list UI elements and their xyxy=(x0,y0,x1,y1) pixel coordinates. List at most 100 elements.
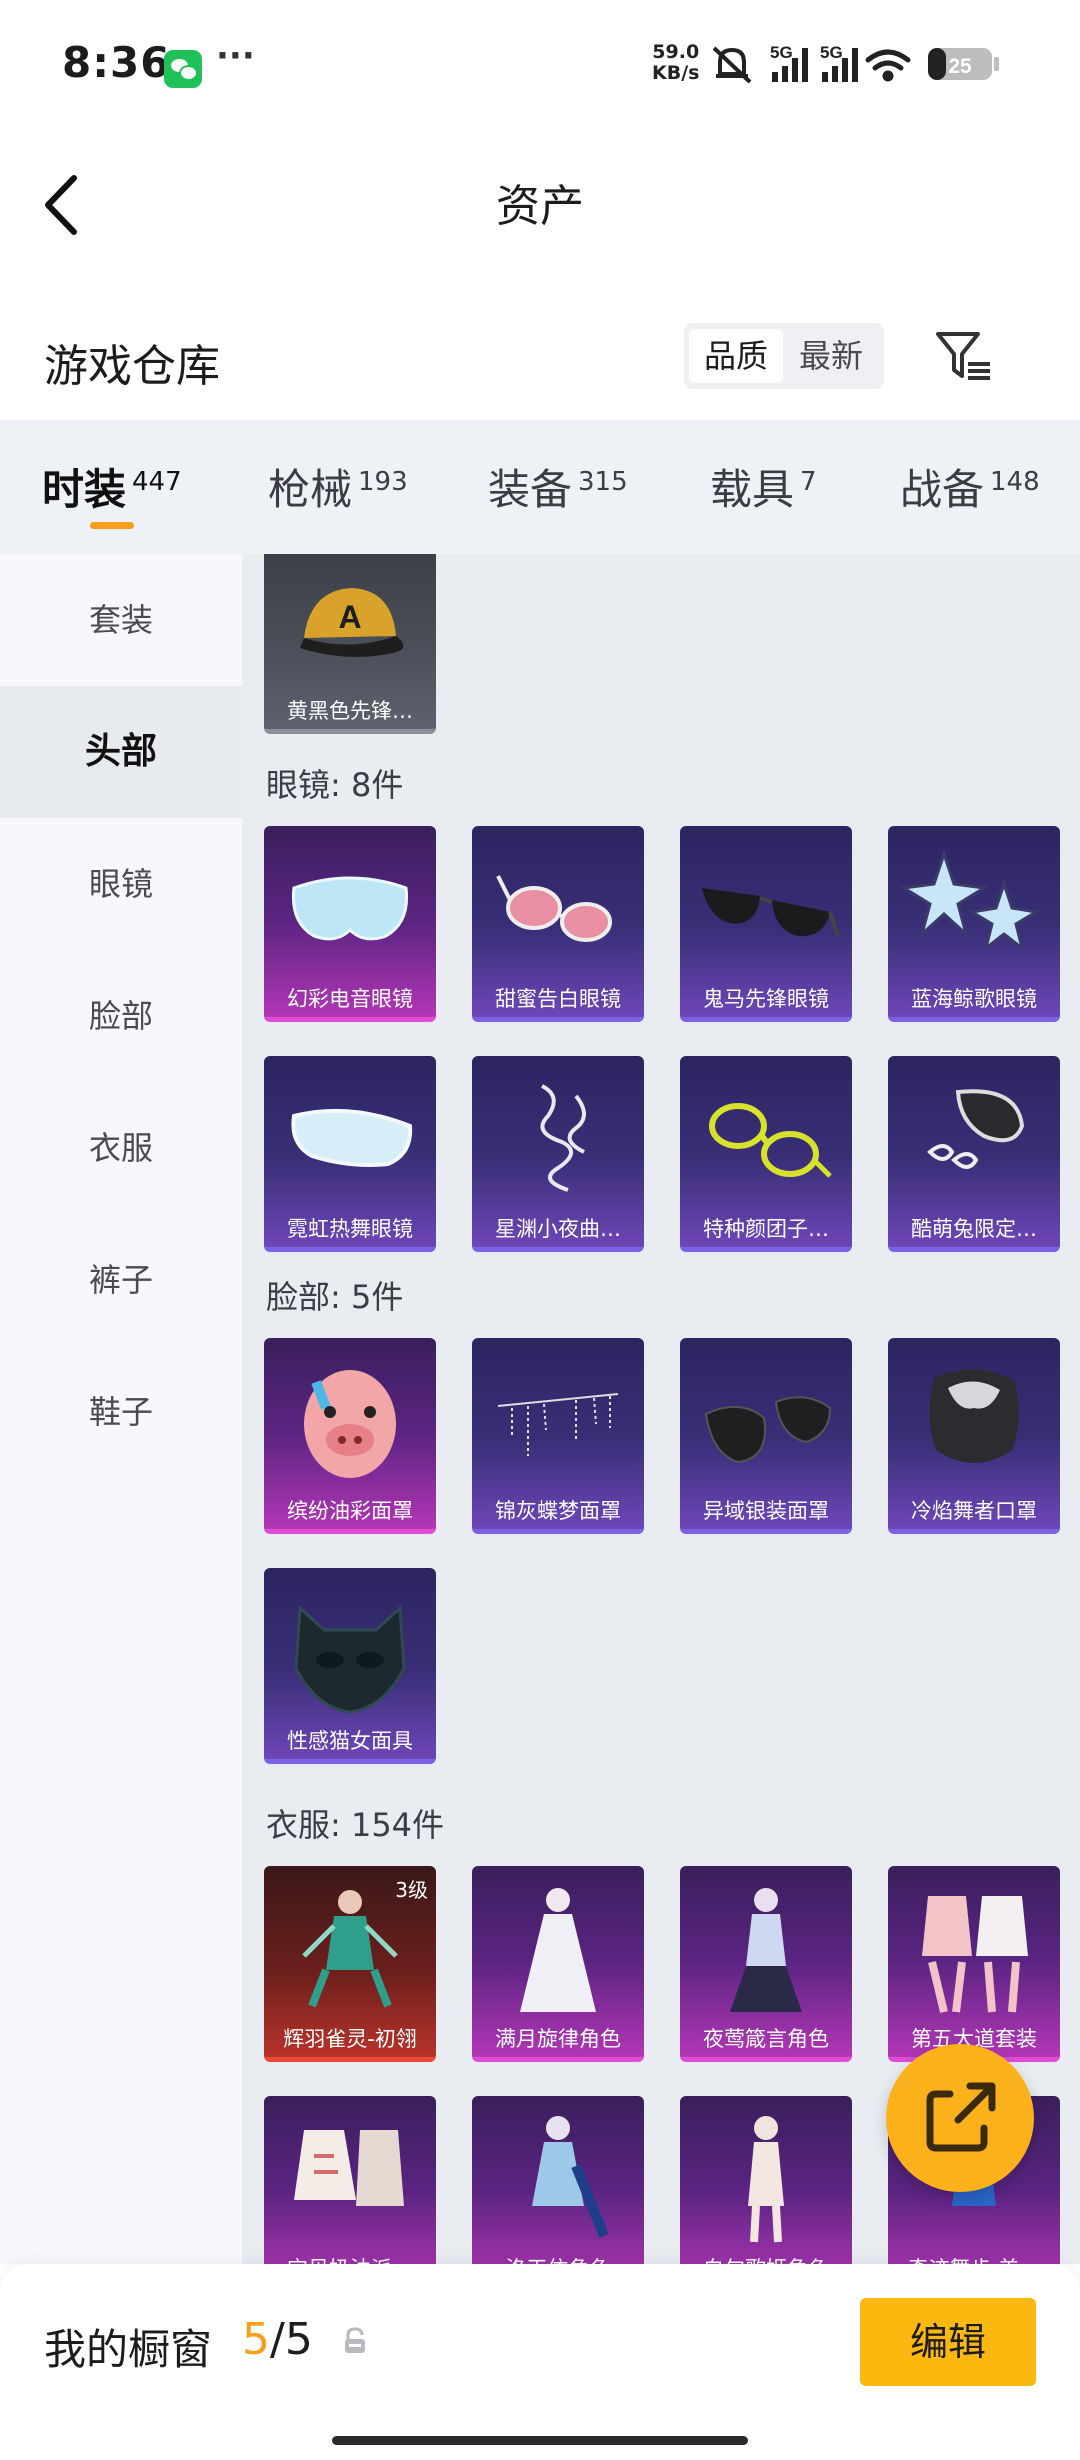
item-card[interactable]: 冷焰舞者口罩 xyxy=(888,1338,1060,1534)
item-name: 异域银装面罩 xyxy=(703,1499,829,1523)
tab-vehicles[interactable]: 载具 7 xyxy=(710,456,817,517)
sort-newest-button[interactable]: 最新 xyxy=(784,329,878,383)
item-name: 幻彩电音眼镜 xyxy=(287,987,413,1011)
lock-icon xyxy=(345,2327,365,2353)
item-grid-area[interactable]: A 黄黑色先锋… 眼镜: 8件 幻彩电音眼镜 甜蜜告白眼镜 鬼马先锋眼镜 蓝海鲸… xyxy=(242,554,1080,2264)
showcase-count: 5/5 xyxy=(242,2314,313,2365)
item-card[interactable]: 星渊小夜曲… xyxy=(472,1056,644,1252)
edit-button[interactable]: 编辑 xyxy=(860,2298,1036,2386)
sidebar-item-head[interactable]: 头部 xyxy=(0,686,242,818)
sort-quality-button[interactable]: 品质 xyxy=(689,329,783,383)
item-name: 霓虹热舞眼镜 xyxy=(287,1217,413,1241)
suit-set-icon xyxy=(922,1896,1028,2013)
showcase-used: 5 xyxy=(242,2314,270,2365)
flame-mask-icon xyxy=(929,1369,1019,1463)
wifi-icon xyxy=(865,49,911,82)
star-glasses-icon xyxy=(899,849,1041,952)
goggles-icon xyxy=(291,1108,413,1167)
tab-label: 装备 xyxy=(488,465,573,514)
category-tabs: 时装 447 枪械 193 装备 315 载具 7 战备 148 xyxy=(0,420,1080,554)
tab-guns[interactable]: 枪械 193 xyxy=(268,456,408,517)
tab-label: 枪械 xyxy=(268,465,353,514)
sidebar-item-pants[interactable]: 裤子 xyxy=(0,1214,242,1346)
active-tab-indicator xyxy=(90,522,134,529)
sidebar-item-set[interactable]: 套装 xyxy=(0,554,242,686)
half-mask-icon xyxy=(704,1396,832,1464)
item-card[interactable]: 夜莺箴言角色 xyxy=(680,1866,852,2062)
round-glasses-icon xyxy=(709,1103,832,1178)
sort-toggle: 品质 最新 xyxy=(684,323,884,389)
top-header: 资产 xyxy=(0,130,1080,270)
item-name: 性感猫女面具 xyxy=(287,1729,413,1753)
filter-icon[interactable] xyxy=(934,328,994,384)
item-name: 特种颜团子… xyxy=(703,1217,829,1241)
item-card[interactable]: 满月旋律角色 xyxy=(472,1866,644,2062)
item-card[interactable]: 锦灰蝶梦面罩 xyxy=(472,1338,644,1534)
item-name: 奇迹舞步 美… xyxy=(888,2253,1060,2264)
section-title-clothes: 衣服: 154件 xyxy=(266,1806,445,1844)
item-name: 锦灰蝶梦面罩 xyxy=(495,1499,621,1523)
sidebar-item-shoes[interactable]: 鞋子 xyxy=(0,1346,242,1478)
item-card[interactable]: A 黄黑色先锋… xyxy=(264,554,436,734)
showcase-total: /5 xyxy=(270,2314,313,2365)
tab-fashion[interactable]: 时装 447 xyxy=(42,456,182,517)
item-name: 夜莺箴言角色 xyxy=(703,2027,829,2051)
gown-icon xyxy=(730,1888,802,2012)
item-name: 洛天依角色 xyxy=(472,2253,644,2264)
sidebar-item-glasses[interactable]: 眼镜 xyxy=(0,818,242,950)
item-level-badge: 3级 xyxy=(395,1878,428,1902)
item-card[interactable]: 鬼马先锋眼镜 xyxy=(680,826,852,1022)
status-time: 8:36 xyxy=(62,38,171,87)
item-card[interactable]: 第五大道套装 xyxy=(888,1866,1060,2062)
item-card[interactable]: 性感猫女面具 xyxy=(264,1568,436,1764)
cat-mask-icon xyxy=(294,1604,406,1714)
item-card[interactable]: 宝贝奶油派… xyxy=(264,2096,436,2264)
sidebar-item-clothes[interactable]: 衣服 xyxy=(0,1082,242,1214)
item-card[interactable]: 3级 辉羽雀灵-初翎 xyxy=(264,1866,436,2062)
item-name: 黄黑色先锋… xyxy=(287,699,413,723)
tab-equipment[interactable]: 装备 315 xyxy=(488,456,628,517)
warehouse-row: 游戏仓库 品质 最新 xyxy=(0,300,1080,420)
item-name: 白勺歌姬角色 xyxy=(680,2253,852,2264)
idol-outfit-icon xyxy=(532,2116,609,2238)
item-card[interactable]: 酷萌兔限定… xyxy=(888,1056,1060,1252)
item-name: 酷萌兔限定… xyxy=(911,1217,1037,1241)
subcategory-sidebar: 套装 头部 眼镜 脸部 衣服 裤子 鞋子 xyxy=(0,554,242,2264)
item-card[interactable]: 霓虹热舞眼镜 xyxy=(264,1056,436,1252)
item-name: 辉羽雀灵-初翎 xyxy=(283,2027,417,2051)
home-indicator[interactable] xyxy=(332,2436,748,2445)
item-card[interactable]: 特种颜团子… xyxy=(680,1056,852,1252)
item-card[interactable]: 甜蜜告白眼镜 xyxy=(472,826,644,1022)
share-icon xyxy=(926,2082,996,2152)
chain-mask-icon xyxy=(497,1393,619,1456)
signal-1-label: 5G xyxy=(770,43,793,62)
visor-icon xyxy=(291,876,409,941)
item-card[interactable]: 白勺歌姬角色 xyxy=(680,2096,852,2264)
cream-outfit-icon xyxy=(294,2130,404,2206)
item-name: 满月旋律角色 xyxy=(495,2027,621,2051)
item-name: 缤纷油彩面罩 xyxy=(287,1499,413,1523)
section-title-face: 脸部: 5件 xyxy=(266,1278,404,1316)
tab-label: 战备 xyxy=(900,465,985,514)
item-card[interactable]: 缤纷油彩面罩 xyxy=(264,1338,436,1534)
singer-outfit-icon xyxy=(748,2116,784,2243)
item-card[interactable]: 洛天依角色 xyxy=(472,2096,644,2264)
heart-glasses-icon xyxy=(496,875,612,942)
item-card[interactable]: 幻彩电音眼镜 xyxy=(264,826,436,1022)
item-name: 甜蜜告白眼镜 xyxy=(495,987,621,1011)
battery-level: 25 xyxy=(948,55,972,78)
tab-count: 193 xyxy=(358,467,408,497)
white-dress-icon xyxy=(520,1888,596,2012)
mute-icon xyxy=(712,46,752,84)
ribbon-glasses-icon xyxy=(540,1084,586,1192)
tab-gear[interactable]: 战备 148 xyxy=(900,456,1040,517)
item-name: 冷焰舞者口罩 xyxy=(911,1499,1037,1523)
item-card[interactable]: 蓝海鲸歌眼镜 xyxy=(888,826,1060,1022)
tab-count: 148 xyxy=(990,467,1040,497)
showcase-label: 我的橱窗 xyxy=(44,2325,213,2374)
item-card[interactable]: 异域银装面罩 xyxy=(680,1338,852,1534)
showcase-bar: 我的橱窗 5/5 编辑 xyxy=(0,2264,1080,2460)
wechat-notification-icon xyxy=(164,50,202,88)
share-button[interactable] xyxy=(886,2044,1034,2192)
sidebar-item-face[interactable]: 脸部 xyxy=(0,950,242,1082)
